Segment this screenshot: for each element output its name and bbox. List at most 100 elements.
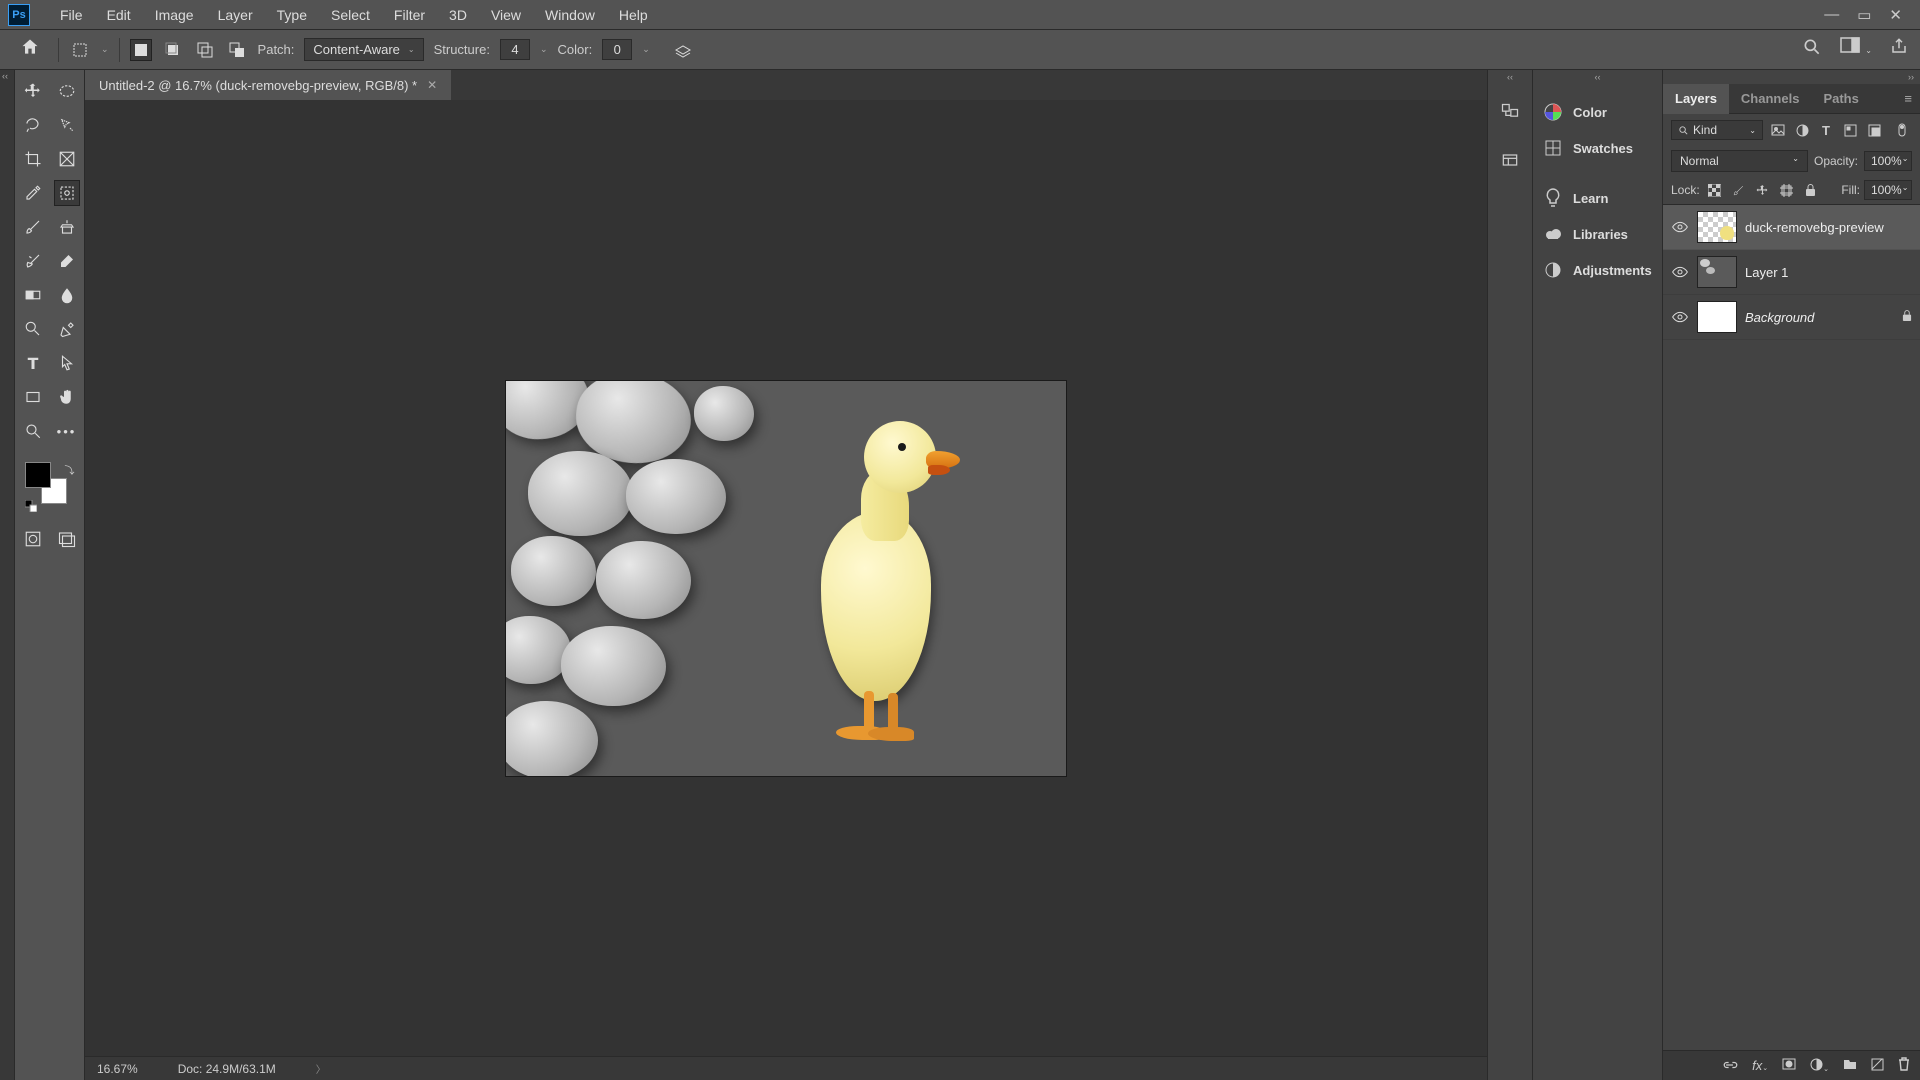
screen-mode-icon[interactable]: ⌄ — [1840, 37, 1872, 62]
delete-layer-icon[interactable] — [1898, 1057, 1910, 1074]
filter-type-icon[interactable]: T — [1817, 121, 1835, 139]
pen-tool[interactable] — [54, 316, 80, 342]
menu-image[interactable]: Image — [143, 1, 206, 29]
libraries-panel-button[interactable]: Libraries — [1533, 216, 1662, 252]
structure-chevron-icon[interactable]: ⌄ — [540, 44, 548, 55]
close-tab-icon[interactable]: ✕ — [427, 78, 437, 92]
tab-paths[interactable]: Paths — [1811, 84, 1870, 114]
structure-input[interactable]: 4 — [500, 39, 530, 60]
intersect-mode-icon[interactable] — [194, 39, 216, 61]
visibility-toggle[interactable] — [1671, 308, 1689, 326]
filter-shape-icon[interactable] — [1841, 121, 1859, 139]
lasso-tool[interactable] — [20, 112, 46, 138]
clone-stamp-tool[interactable] — [54, 214, 80, 240]
menu-edit[interactable]: Edit — [95, 1, 143, 29]
lock-all-icon[interactable] — [1802, 181, 1820, 199]
marquee-tool[interactable] — [54, 78, 80, 104]
patch-tool-icon[interactable] — [69, 39, 91, 61]
filter-adjust-icon[interactable] — [1793, 121, 1811, 139]
patch-mode-dropdown[interactable]: Content-Aware⌄ — [304, 38, 423, 61]
visibility-toggle[interactable] — [1671, 263, 1689, 281]
tab-layers[interactable]: Layers — [1663, 84, 1729, 114]
visibility-toggle[interactable] — [1671, 218, 1689, 236]
properties-dock-icon[interactable] — [1496, 148, 1524, 172]
layer-style-icon[interactable]: fx⌄ — [1752, 1058, 1768, 1073]
status-menu-icon[interactable]: 〉 — [316, 1061, 326, 1076]
menu-layer[interactable]: Layer — [206, 1, 265, 29]
filter-pixel-icon[interactable] — [1769, 121, 1787, 139]
eraser-tool[interactable] — [54, 248, 80, 274]
lock-pixels-icon[interactable] — [1730, 181, 1748, 199]
color-input[interactable]: 0 — [602, 39, 632, 60]
lock-transparent-icon[interactable] — [1706, 181, 1724, 199]
patch-tool[interactable] — [54, 180, 80, 206]
layer-name[interactable]: duck-removebg-preview — [1745, 220, 1884, 235]
move-tool[interactable] — [20, 78, 46, 104]
swatches-panel-button[interactable]: Swatches — [1533, 130, 1662, 166]
hand-tool[interactable] — [54, 384, 80, 410]
layer-thumbnail[interactable] — [1697, 211, 1737, 243]
expand-layers-icon[interactable]: ›› — [1663, 70, 1920, 84]
minimize-icon[interactable]: ― — [1824, 6, 1839, 24]
blend-mode-dropdown[interactable]: Normal⌄ — [1671, 150, 1808, 172]
search-icon[interactable] — [1802, 37, 1822, 62]
maximize-icon[interactable]: ▭ — [1857, 6, 1871, 24]
crop-tool[interactable] — [20, 146, 46, 172]
quick-mask-icon[interactable] — [20, 526, 46, 552]
menu-select[interactable]: Select — [319, 1, 382, 29]
home-button[interactable] — [12, 33, 48, 66]
eyedropper-tool[interactable] — [20, 180, 46, 206]
menu-3d[interactable]: 3D — [437, 1, 479, 29]
filter-kind-dropdown[interactable]: Kind⌄ — [1671, 120, 1763, 140]
frame-tool[interactable] — [54, 146, 80, 172]
layer-name[interactable]: Layer 1 — [1745, 265, 1788, 280]
color-panel-button[interactable]: Color — [1533, 94, 1662, 130]
layer-row[interactable]: Background — [1663, 295, 1920, 340]
collapse-left-icon[interactable]: ‹‹ — [2, 71, 8, 81]
tab-channels[interactable]: Channels — [1729, 84, 1812, 114]
screen-mode-tool-icon[interactable] — [54, 526, 80, 552]
dodge-tool[interactable] — [20, 316, 46, 342]
expand-dock2-icon[interactable]: ‹‹ — [1595, 72, 1601, 82]
tool-preset-chevron-icon[interactable]: ⌄ — [101, 44, 109, 55]
menu-file[interactable]: File — [48, 1, 95, 29]
close-icon[interactable]: ✕ — [1889, 6, 1902, 24]
menu-type[interactable]: Type — [265, 1, 319, 29]
adjustment-layer-icon[interactable]: ⌄ — [1810, 1058, 1829, 1074]
expand-dock1-icon[interactable]: ‹‹ — [1507, 72, 1513, 82]
lock-artboard-icon[interactable] — [1778, 181, 1796, 199]
subtract-mode-icon[interactable] — [226, 39, 248, 61]
adjustments-panel-button[interactable]: Adjustments — [1533, 252, 1662, 288]
menu-filter[interactable]: Filter — [382, 1, 437, 29]
menu-window[interactable]: Window — [533, 1, 607, 29]
path-select-tool[interactable] — [54, 350, 80, 376]
type-tool[interactable] — [20, 350, 46, 376]
opacity-input[interactable]: 100%⌄ — [1864, 151, 1912, 171]
lock-position-icon[interactable] — [1754, 181, 1772, 199]
menu-help[interactable]: Help — [607, 1, 660, 29]
group-icon[interactable] — [1843, 1058, 1857, 1073]
rectangle-tool[interactable] — [20, 384, 46, 410]
zoom-tool[interactable] — [20, 418, 46, 444]
share-icon[interactable] — [1890, 37, 1908, 62]
history-brush-tool[interactable] — [20, 248, 46, 274]
panel-menu-icon[interactable]: ≡ — [1896, 91, 1920, 106]
blur-tool[interactable] — [54, 282, 80, 308]
new-layer-icon[interactable] — [1871, 1058, 1884, 1074]
history-dock-icon[interactable] — [1496, 100, 1524, 124]
brush-tool[interactable] — [20, 214, 46, 240]
layer-row[interactable]: duck-removebg-preview — [1663, 205, 1920, 250]
swap-colors-icon[interactable]: ⤵ — [65, 462, 75, 477]
canvas-viewport[interactable] — [85, 100, 1487, 1056]
color-chevron-icon[interactable]: ⌄ — [642, 44, 650, 55]
layer-thumbnail[interactable] — [1697, 301, 1737, 333]
quick-select-tool[interactable] — [54, 112, 80, 138]
edit-toolbar[interactable]: ••• — [54, 418, 80, 444]
filter-smart-icon[interactable] — [1865, 121, 1883, 139]
destination-mode-icon[interactable] — [162, 39, 184, 61]
layer-mask-icon[interactable] — [1782, 1058, 1796, 1073]
foreground-color[interactable] — [25, 462, 51, 488]
learn-panel-button[interactable]: Learn — [1533, 180, 1662, 216]
document-tab[interactable]: Untitled-2 @ 16.7% (duck-removebg-previe… — [85, 70, 451, 100]
link-layers-icon[interactable] — [1723, 1058, 1738, 1073]
